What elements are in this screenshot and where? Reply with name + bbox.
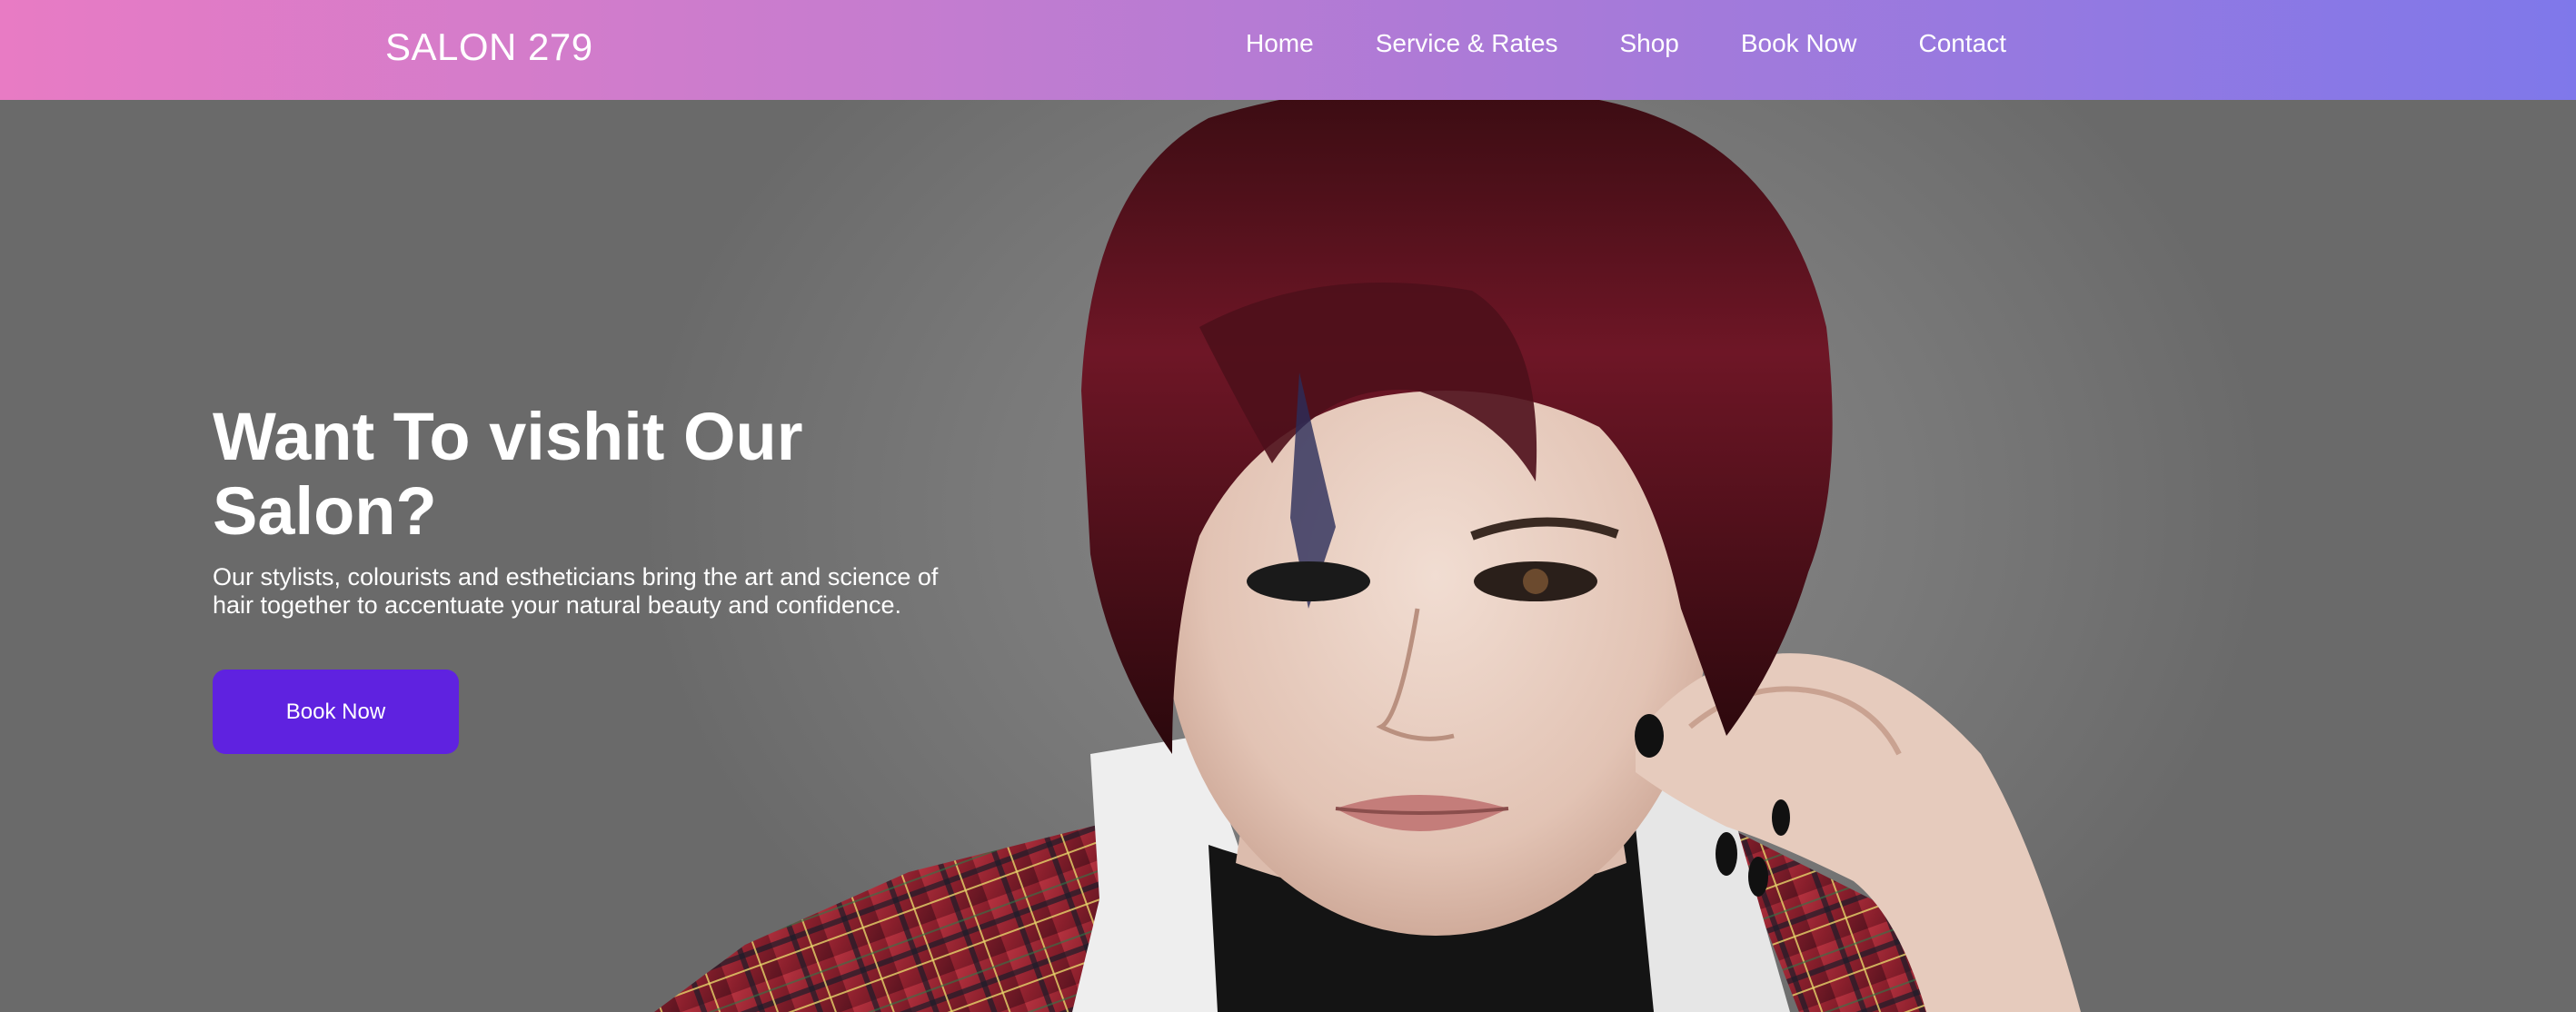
hero-text-block: Want To vishit Our Salon? Our stylists, … [213, 400, 958, 620]
hero-description: Our stylists, colourists and esthetician… [213, 563, 939, 619]
nav-contact[interactable]: Contact [1918, 29, 2006, 58]
brand-logo[interactable]: SALON 279 [385, 25, 593, 69]
book-now-button[interactable]: Book Now [213, 670, 459, 754]
nav-shop[interactable]: Shop [1619, 29, 1678, 58]
nav-service-rates[interactable]: Service & Rates [1376, 29, 1558, 58]
main-nav: Home Service & Rates Shop Book Now Conta… [1246, 29, 2006, 58]
hero-section: Want To vishit Our Salon? Our stylists, … [0, 100, 2576, 1012]
nav-home[interactable]: Home [1246, 29, 1314, 58]
site-header: SALON 279 Home Service & Rates Shop Book… [0, 0, 2576, 100]
page: SALON 279 Home Service & Rates Shop Book… [0, 0, 2576, 1012]
nav-book-now[interactable]: Book Now [1741, 29, 1857, 58]
hero-title: Want To vishit Our Salon? [213, 399, 803, 549]
